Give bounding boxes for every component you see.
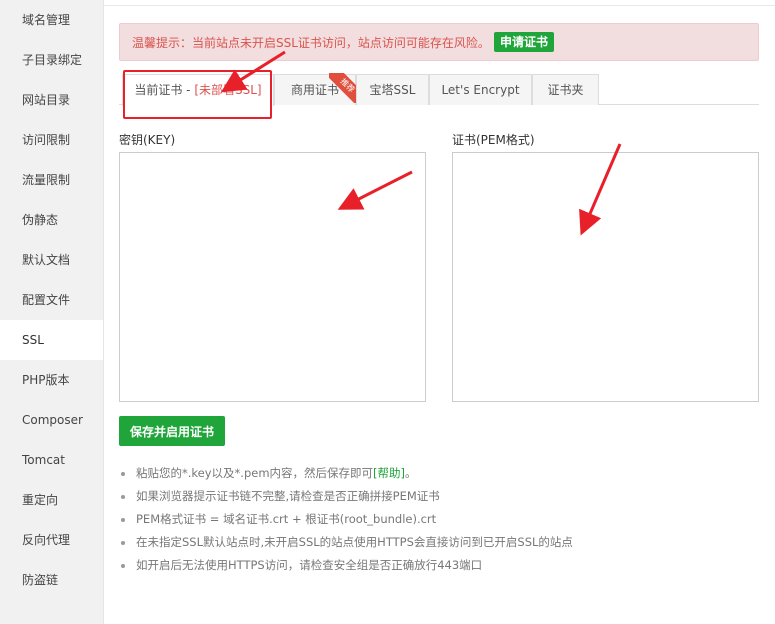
recommended-badge: 推荐 [329, 73, 359, 103]
tips-list: 粘贴您的*.key以及*.pem内容，然后保存即可[帮助]。 如果浏览器提示证书… [119, 462, 573, 577]
tip-text: 粘贴您的*.key以及*.pem内容，然后保存即可 [136, 466, 374, 480]
certificate-tabs: 当前证书 - [未部署SSL] 商用证书 推荐 宝塔SSL Let's Encr… [119, 73, 759, 106]
sidebar-item-rewrite[interactable]: 伪静态 [0, 200, 103, 240]
tab-current-certificate[interactable]: 当前证书 - [未部署SSL] [122, 74, 274, 106]
sidebar: 域名管理 子目录绑定 网站目录 访问限制 流量限制 伪静态 默认文档 配置文件 … [0, 0, 104, 624]
help-link[interactable]: [帮助] [373, 466, 405, 480]
sidebar-item-cut-off[interactable] [0, 600, 103, 624]
sidebar-item-default-document[interactable]: 默认文档 [0, 240, 103, 280]
sidebar-item-composer[interactable]: Composer [0, 400, 103, 440]
sidebar-item-domain-management[interactable]: 域名管理 [0, 0, 103, 40]
ssl-warning-alert: 温馨提示：当前站点未开启SSL证书访问，站点访问可能存在风险。 申请证书 [119, 23, 759, 61]
list-item: 粘贴您的*.key以及*.pem内容，然后保存即可[帮助]。 [119, 462, 573, 485]
alert-text: 温馨提示：当前站点未开启SSL证书访问，站点访问可能存在风险。 [132, 35, 490, 50]
tip-text-end: 。 [405, 466, 417, 480]
tab-lets-encrypt[interactable]: Let's Encrypt [429, 74, 532, 105]
list-item: 在未指定SSL默认站点时,未开启SSL的站点使用HTTPS会直接访问到已开启SS… [119, 531, 573, 554]
sidebar-item-ssl[interactable]: SSL [0, 320, 103, 360]
sidebar-item-site-directory[interactable]: 网站目录 [0, 80, 103, 120]
list-item: PEM格式证书 = 域名证书.crt + 根证书(root_bundle).cr… [119, 508, 573, 531]
list-item: 如果浏览器提示证书链不完整,请检查是否正确拼接PEM证书 [119, 485, 573, 508]
tab-commercial-certificate[interactable]: 商用证书 推荐 [274, 73, 359, 105]
recommended-badge-text: 推荐 [329, 73, 359, 103]
sidebar-item-hotlink-protection[interactable]: 防盗链 [0, 560, 103, 600]
certificate-label: 证书(PEM格式) [452, 133, 535, 147]
key-textarea[interactable] [119, 152, 426, 402]
sidebar-item-subdirectory-binding[interactable]: 子目录绑定 [0, 40, 103, 80]
sidebar-item-reverse-proxy[interactable]: 反向代理 [0, 520, 103, 560]
key-label: 密钥(KEY) [119, 133, 176, 147]
sidebar-item-php-version[interactable]: PHP版本 [0, 360, 103, 400]
list-item: 如开启后无法使用HTTPS访问，请检查安全组是否正确放行443端口 [119, 554, 573, 577]
sidebar-item-traffic-limit[interactable]: 流量限制 [0, 160, 103, 200]
tab-certificate-folder[interactable]: 证书夹 [532, 74, 599, 105]
sidebar-item-tomcat[interactable]: Tomcat [0, 440, 103, 480]
save-and-enable-certificate-button[interactable]: 保存并启用证书 [119, 416, 225, 446]
sidebar-item-redirect[interactable]: 重定向 [0, 480, 103, 520]
sidebar-item-config-file[interactable]: 配置文件 [0, 280, 103, 320]
sidebar-item-access-restriction[interactable]: 访问限制 [0, 120, 103, 160]
tab-baota-ssl[interactable]: 宝塔SSL [356, 74, 429, 105]
apply-certificate-button[interactable]: 申请证书 [493, 32, 554, 52]
top-divider [104, 0, 775, 6]
certificate-pem-textarea[interactable] [452, 152, 759, 402]
tab-current-status: [未部署SSL] [194, 83, 262, 97]
tab-current-label: 当前证书 - [134, 83, 195, 97]
